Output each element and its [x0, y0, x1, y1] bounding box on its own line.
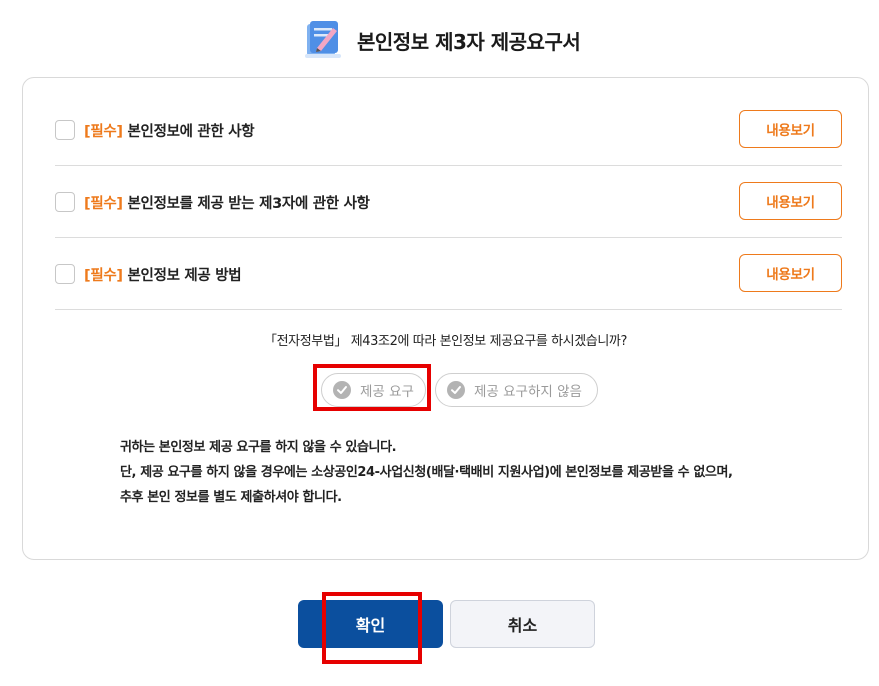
highlight-box: [313, 364, 431, 411]
term-row: [필수] 본인정보를 제공 받는 제3자에 관한 사항 내용보기: [55, 166, 842, 238]
term-text: [필수] 본인정보에 관한 사항: [84, 120, 255, 141]
decline-provision-option[interactable]: 제공 요구하지 않음: [435, 373, 598, 407]
notice-line: 추후 본인 정보를 별도 제출하셔야 합니다.: [120, 490, 342, 505]
consent-question: 「전자정부법」 제43조2에 따라 본인정보 제공요구를 하시겠습니까?: [264, 334, 627, 349]
term-text: [필수] 본인정보를 제공 받는 제3자에 관한 사항: [84, 192, 370, 213]
term-label: 본인정보에 관한 사항: [127, 124, 255, 140]
required-tag: [필수]: [84, 196, 123, 212]
notice-line: 단, 제공 요구를 하지 않을 경우에는 소상공인24-사업신청(배달·택배비 …: [120, 465, 733, 480]
term-label: 본인정보 제공 방법: [127, 268, 242, 284]
term-checkbox[interactable]: [55, 120, 75, 140]
document-pen-icon: [303, 18, 345, 60]
check-circle-icon: [447, 381, 465, 399]
term-row: [필수] 본인정보 제공 방법 내용보기: [55, 238, 842, 310]
page-header: 본인정보 제3자 제공요구서: [0, 18, 879, 66]
highlight-box: [322, 592, 422, 664]
cancel-button[interactable]: 취소: [450, 600, 595, 648]
view-details-button[interactable]: 내용보기: [739, 182, 842, 220]
term-label: 본인정보를 제공 받는 제3자에 관한 사항: [127, 196, 370, 212]
view-details-button[interactable]: 내용보기: [739, 254, 842, 292]
consent-card: [필수] 본인정보에 관한 사항 내용보기 [필수] 본인정보를 제공 받는 제…: [22, 77, 869, 560]
term-checkbox[interactable]: [55, 192, 75, 212]
page-title: 본인정보 제3자 제공요구서: [357, 30, 581, 54]
view-details-button[interactable]: 내용보기: [739, 110, 842, 148]
notice-line: 귀하는 본인정보 제공 요구를 하지 않을 수 있습니다.: [120, 440, 397, 455]
required-tag: [필수]: [84, 124, 123, 140]
term-row: [필수] 본인정보에 관한 사항 내용보기: [55, 94, 842, 166]
term-checkbox[interactable]: [55, 264, 75, 284]
notice-text: 귀하는 본인정보 제공 요구를 하지 않을 수 있습니다. 단, 제공 요구를 …: [120, 435, 733, 510]
required-tag: [필수]: [84, 268, 123, 284]
term-text: [필수] 본인정보 제공 방법: [84, 264, 242, 285]
option-label: 제공 요구하지 않음: [474, 384, 582, 400]
